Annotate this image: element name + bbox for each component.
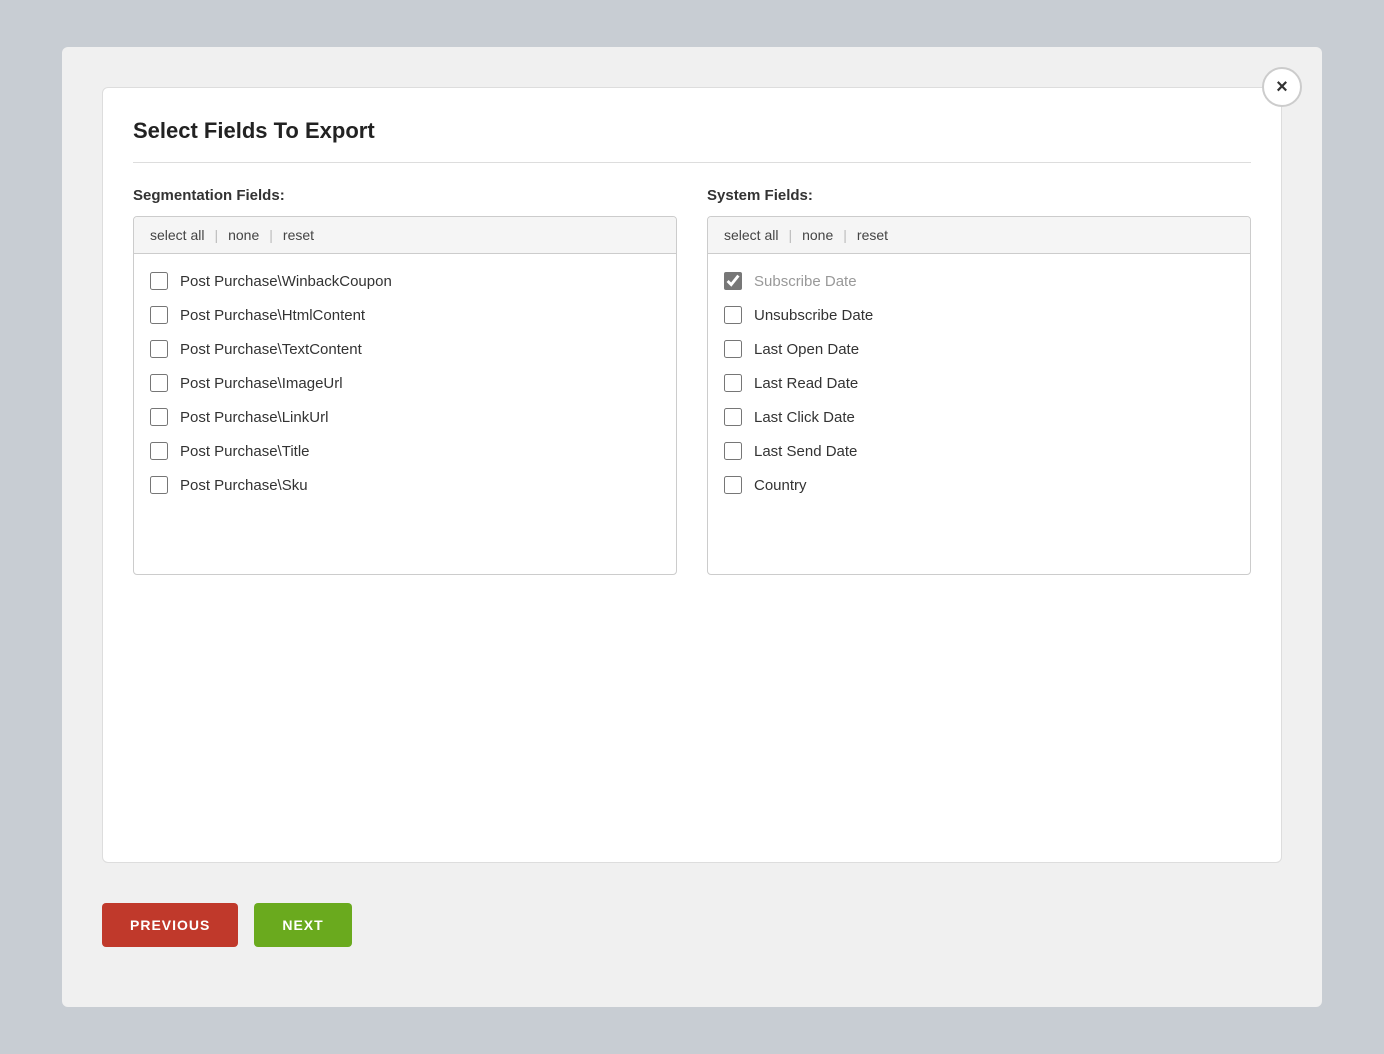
sys-field-label-7: Country [754, 477, 807, 494]
sys-field-label-2: Unsubscribe Date [754, 307, 873, 324]
seg-checkbox-5[interactable] [150, 408, 168, 426]
sys-field-label-5: Last Click Date [754, 409, 855, 426]
segmentation-fields-list: Post Purchase\WinbackCoupon Post Purchase… [134, 254, 676, 574]
modal-title: Select Fields To Export [133, 118, 1251, 163]
list-item: Last Click Date [708, 400, 1250, 434]
list-item: Last Open Date [708, 332, 1250, 366]
seg-field-label-3: Post Purchase\TextContent [180, 341, 362, 358]
sys-select-all-button[interactable]: select all [724, 227, 788, 243]
system-fields-list: Subscribe Date Unsubscribe Date Last Open … [708, 254, 1250, 574]
sys-field-label-1: Subscribe Date [754, 273, 857, 290]
segmentation-controls: select all | none | reset [134, 217, 676, 254]
sys-field-label-3: Last Open Date [754, 341, 859, 358]
seg-checkbox-3[interactable] [150, 340, 168, 358]
seg-field-label-2: Post Purchase\HtmlContent [180, 307, 365, 324]
seg-checkbox-4[interactable] [150, 374, 168, 392]
sys-checkbox-2[interactable] [724, 306, 742, 324]
list-item: Country [708, 468, 1250, 502]
segmentation-label: Segmentation Fields: [133, 187, 677, 204]
sys-checkbox-3[interactable] [724, 340, 742, 358]
list-item: Post Purchase\LinkUrl [134, 400, 676, 434]
list-item: Post Purchase\TextContent [134, 332, 676, 366]
sys-none-button[interactable]: none [792, 227, 843, 243]
system-section: System Fields: select all | none | reset… [707, 187, 1251, 575]
modal-overlay: × Select Fields To Export Segmentation F… [62, 47, 1322, 1007]
previous-button[interactable]: PREVIOUS [102, 903, 238, 947]
sys-checkbox-7[interactable] [724, 476, 742, 494]
list-item: Post Purchase\Title [134, 434, 676, 468]
close-icon: × [1276, 76, 1288, 99]
sys-reset-button[interactable]: reset [847, 227, 898, 243]
seg-checkbox-7[interactable] [150, 476, 168, 494]
list-item: Post Purchase\Sku [134, 468, 676, 502]
list-item: Last Read Date [708, 366, 1250, 400]
list-item: Post Purchase\ImageUrl [134, 366, 676, 400]
seg-checkbox-2[interactable] [150, 306, 168, 324]
system-fields-box: select all | none | reset Subscribe Date… [707, 216, 1251, 575]
fields-container: Segmentation Fields: select all | none |… [133, 187, 1251, 575]
seg-checkbox-1[interactable] [150, 272, 168, 290]
seg-none-button[interactable]: none [218, 227, 269, 243]
system-label: System Fields: [707, 187, 1251, 204]
seg-select-all-button[interactable]: select all [150, 227, 214, 243]
list-item: Last Send Date [708, 434, 1250, 468]
seg-checkbox-6[interactable] [150, 442, 168, 460]
seg-field-label-4: Post Purchase\ImageUrl [180, 375, 343, 392]
segmentation-fields-box: select all | none | reset Post Purchase\… [133, 216, 677, 575]
seg-field-label-5: Post Purchase\LinkUrl [180, 409, 328, 426]
sys-checkbox-4[interactable] [724, 374, 742, 392]
seg-field-label-7: Post Purchase\Sku [180, 477, 308, 494]
seg-reset-button[interactable]: reset [273, 227, 324, 243]
seg-field-label-6: Post Purchase\Title [180, 443, 310, 460]
sys-checkbox-5[interactable] [724, 408, 742, 426]
sys-field-label-6: Last Send Date [754, 443, 857, 460]
system-controls: select all | none | reset [708, 217, 1250, 254]
sys-checkbox-1[interactable] [724, 272, 742, 290]
sys-field-label-4: Last Read Date [754, 375, 858, 392]
segmentation-section: Segmentation Fields: select all | none |… [133, 187, 677, 575]
next-button[interactable]: NEXT [254, 903, 351, 947]
close-button[interactable]: × [1262, 67, 1302, 107]
list-item: Subscribe Date [708, 264, 1250, 298]
list-item: Post Purchase\HtmlContent [134, 298, 676, 332]
list-item: Unsubscribe Date [708, 298, 1250, 332]
list-item: Post Purchase\WinbackCoupon [134, 264, 676, 298]
footer-buttons: PREVIOUS NEXT [102, 903, 1282, 947]
seg-field-label-1: Post Purchase\WinbackCoupon [180, 273, 392, 290]
sys-checkbox-6[interactable] [724, 442, 742, 460]
modal-card: Select Fields To Export Segmentation Fie… [102, 87, 1282, 863]
